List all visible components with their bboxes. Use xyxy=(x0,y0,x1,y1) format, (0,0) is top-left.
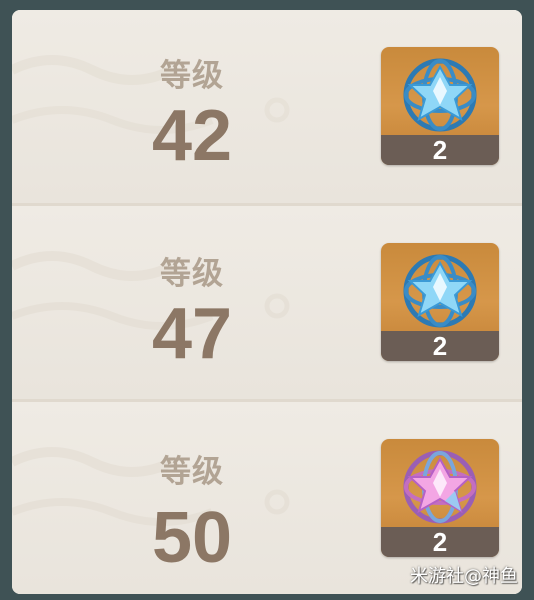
pink-blue-crystal-cluster-icon xyxy=(403,450,477,524)
blue-crystal-cluster-icon xyxy=(403,58,477,132)
item-count: 2 xyxy=(381,135,499,165)
reward-panel: 等级 42 2 等级 47 2 等级 50 2 xyxy=(12,10,522,594)
item-count: 2 xyxy=(381,527,499,557)
reward-row: 等级 42 2 xyxy=(12,10,522,203)
level-label: 等级 xyxy=(160,58,224,94)
watermark-text: 米游社@神鱼 xyxy=(410,566,518,587)
blue-crystal-cluster-icon xyxy=(403,254,477,328)
reward-item-slot[interactable]: 2 xyxy=(381,47,499,165)
reward-item-slot[interactable]: 2 xyxy=(381,243,499,361)
level-value: 50 xyxy=(151,498,233,578)
level-value: 42 xyxy=(151,96,233,176)
item-count: 2 xyxy=(381,331,499,361)
level-label: 等级 xyxy=(160,256,224,292)
reward-row: 等级 47 2 xyxy=(12,206,522,399)
level-label: 等级 xyxy=(160,454,224,490)
level-value: 47 xyxy=(151,294,233,374)
reward-item-slot[interactable]: 2 xyxy=(381,439,499,557)
